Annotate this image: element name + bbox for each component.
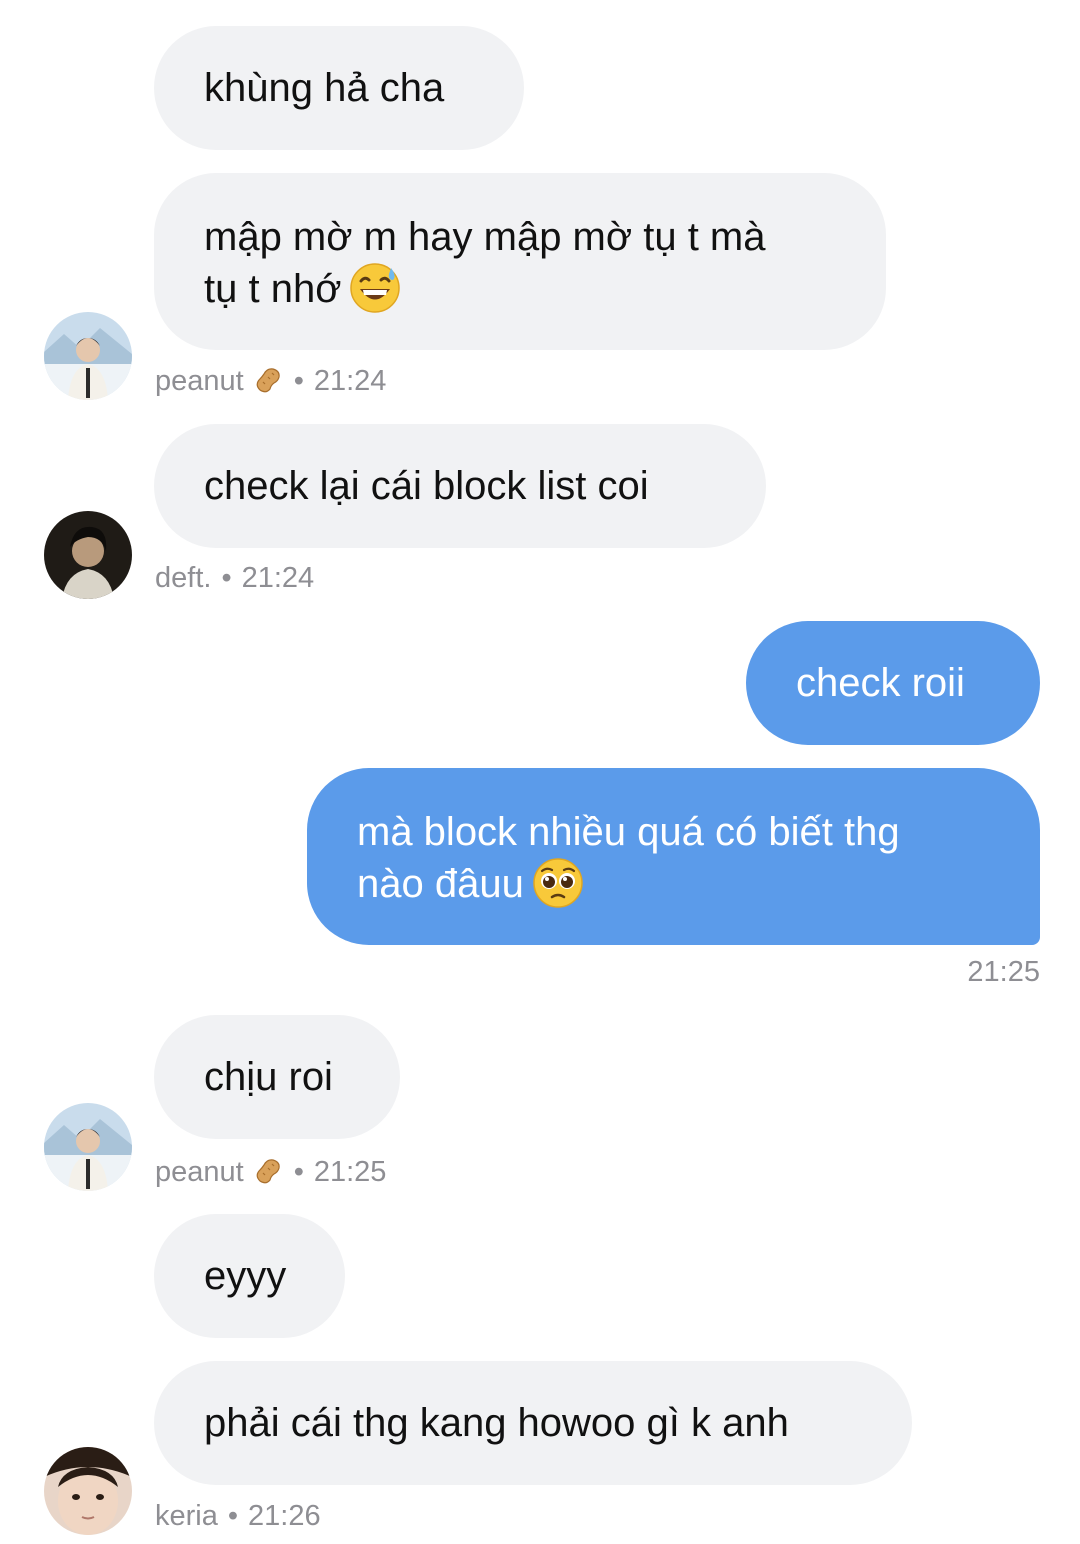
sender-name: peanut bbox=[155, 1156, 244, 1188]
message-text: tụ t nhớ bbox=[204, 267, 342, 311]
avatar-peanut[interactable] bbox=[44, 312, 132, 400]
message-bubble-incoming[interactable]: phải cái thg kang howoo gì k anh bbox=[154, 1361, 912, 1485]
timestamp: 21:25 bbox=[967, 956, 1040, 989]
message-text: khùng hả cha bbox=[204, 66, 445, 110]
message-bubble-outgoing[interactable]: mà block nhiều quá có biết thg nào đâuu bbox=[307, 768, 1040, 945]
grinning-sweat-emoji-icon bbox=[349, 262, 401, 314]
sender-name: keria bbox=[155, 1500, 218, 1532]
sender-name: deft. bbox=[155, 562, 212, 594]
separator-dot: • bbox=[227, 1500, 239, 1532]
message-text-line: tụ t nhớ bbox=[204, 263, 836, 315]
message-bubble-incoming[interactable]: chịu roi bbox=[154, 1015, 400, 1139]
message-text: chịu roi bbox=[204, 1055, 333, 1099]
avatar-keria[interactable] bbox=[44, 1447, 132, 1535]
timestamp: 21:24 bbox=[241, 562, 315, 594]
message-bubble-incoming[interactable]: mập mờ m hay mập mờ tụ t mà tụ t nhớ bbox=[154, 173, 886, 350]
message-bubble-incoming[interactable]: khùng hả cha bbox=[154, 26, 524, 150]
message-bubble-incoming[interactable]: eyyy bbox=[154, 1214, 345, 1338]
message-meta: peanut • 21:25 bbox=[155, 1155, 386, 1189]
message-meta: deft. • 21:24 bbox=[155, 562, 314, 595]
separator-dot: • bbox=[293, 365, 304, 397]
avatar-deft[interactable] bbox=[44, 511, 132, 599]
message-text: eyyy bbox=[204, 1254, 287, 1298]
message-text-line: mà block nhiều quá có biết thg bbox=[357, 810, 900, 854]
message-text: phải cái thg kang howoo gì k anh bbox=[204, 1401, 789, 1445]
avatar-peanut[interactable] bbox=[44, 1103, 132, 1191]
chat-thread: khùng hả cha mập mờ m hay mập mờ tụ t mà… bbox=[0, 0, 1080, 1544]
separator-dot: • bbox=[221, 562, 232, 594]
timestamp: 21:26 bbox=[248, 1500, 321, 1532]
message-text: check roii bbox=[796, 661, 965, 705]
message-bubble-outgoing[interactable]: check roii bbox=[746, 621, 1040, 745]
message-text-line: nào đâuu bbox=[357, 858, 990, 910]
timestamp: 21:25 bbox=[313, 1156, 387, 1188]
peanut-icon bbox=[252, 1155, 284, 1187]
message-text: check lại cái block list coi bbox=[204, 464, 649, 508]
message-bubble-incoming[interactable]: check lại cái block list coi bbox=[154, 424, 766, 548]
peanut-icon bbox=[252, 364, 284, 396]
timestamp: 21:24 bbox=[313, 365, 387, 397]
message-text-line: mập mờ m hay mập mờ tụ t mà bbox=[204, 215, 766, 259]
message-meta: keria • 21:26 bbox=[155, 1500, 321, 1533]
pleading-face-emoji-icon bbox=[532, 857, 584, 909]
timestamp: 21:25 bbox=[967, 956, 1040, 988]
message-text: nào đâuu bbox=[357, 862, 524, 906]
message-meta: peanut • 21:24 bbox=[155, 364, 386, 398]
separator-dot: • bbox=[293, 1156, 304, 1188]
sender-name: peanut bbox=[155, 365, 244, 397]
